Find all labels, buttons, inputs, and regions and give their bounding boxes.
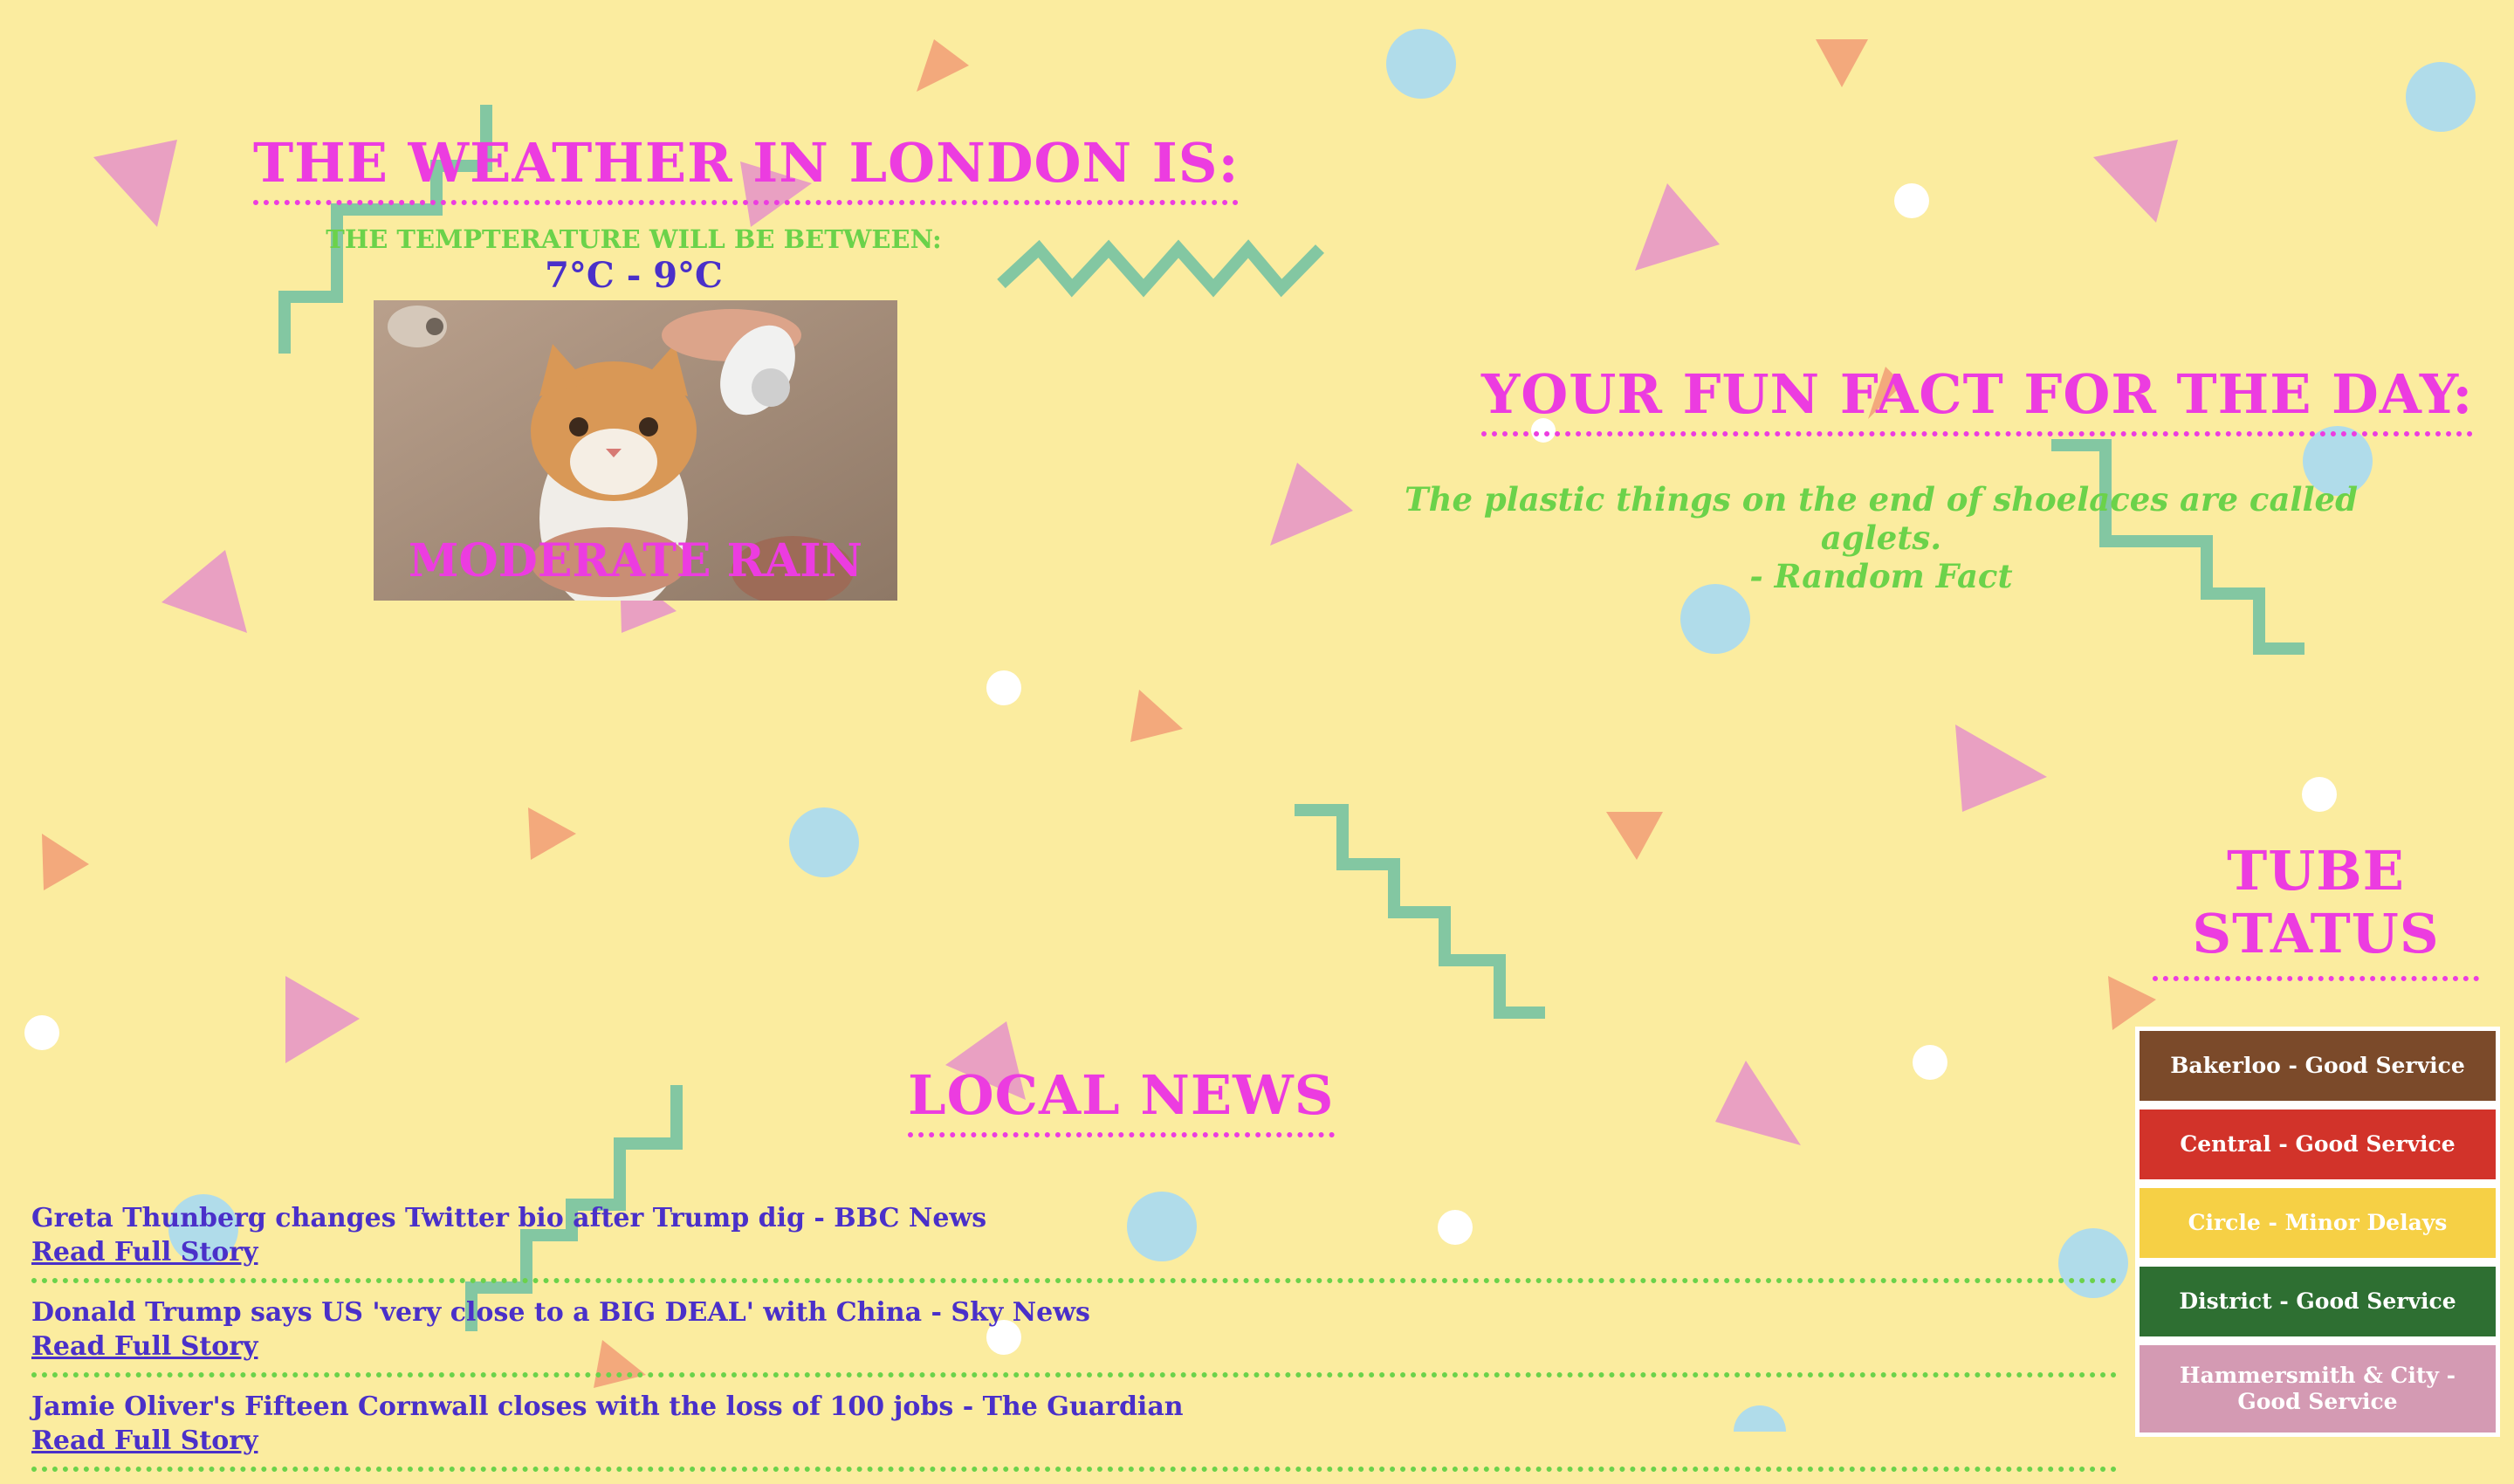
temperature-range: 7°C - 9°C — [545, 255, 723, 296]
tube-status-list: Bakerloo - Good Service Central - Good S… — [2135, 1027, 2500, 1437]
news-item: Greta Thunberg changes Twitter bio after… — [31, 1201, 2118, 1283]
news-headline: Donald Trump says US 'very close to a BI… — [31, 1297, 1090, 1328]
temperature-label: THE TEMPTERATURE WILL BE BETWEEN: — [326, 224, 942, 254]
fun-fact-heading: YOUR FUN FACT FOR THE DAY: — [1481, 362, 2474, 436]
news-headline: Jamie Oliver's Fifteen Cornwall closes w… — [31, 1391, 1184, 1422]
local-news-heading: LOCAL NEWS — [908, 1063, 1335, 1137]
weather-heading: THE WEATHER IN LONDON IS: — [253, 131, 1240, 205]
fun-fact-source: - Random Fact — [1749, 557, 2013, 595]
fun-fact-text: The plastic things on the end of shoelac… — [1405, 480, 2358, 557]
tube-line-central: Central - Good Service — [2135, 1105, 2500, 1184]
read-full-story-link[interactable]: Read Full Story — [31, 1236, 258, 1269]
news-list: Greta Thunberg changes Twitter bio after… — [31, 1201, 2118, 1484]
read-full-story-link[interactable]: Read Full Story — [31, 1425, 258, 1458]
tube-line-bakerloo: Bakerloo - Good Service — [2135, 1027, 2500, 1105]
tube-line-circle: Circle - Minor Delays — [2135, 1184, 2500, 1262]
tube-line-district: District - Good Service — [2135, 1262, 2500, 1341]
tube-line-hammersmith-city: Hammersmith & City - Good Service — [2135, 1341, 2500, 1437]
tube-status-heading: TUBE STATUS — [2153, 840, 2479, 981]
weather-condition: MODERATE RAIN — [408, 534, 863, 587]
news-item: Donald Trump says US 'very close to a BI… — [31, 1295, 2118, 1378]
news-item: Jamie Oliver's Fifteen Cornwall closes w… — [31, 1390, 2118, 1472]
fun-fact: The plastic things on the end of shoelac… — [1344, 480, 2418, 595]
news-headline: Greta Thunberg changes Twitter bio after… — [31, 1203, 987, 1233]
read-full-story-link[interactable]: Read Full Story — [31, 1330, 258, 1364]
